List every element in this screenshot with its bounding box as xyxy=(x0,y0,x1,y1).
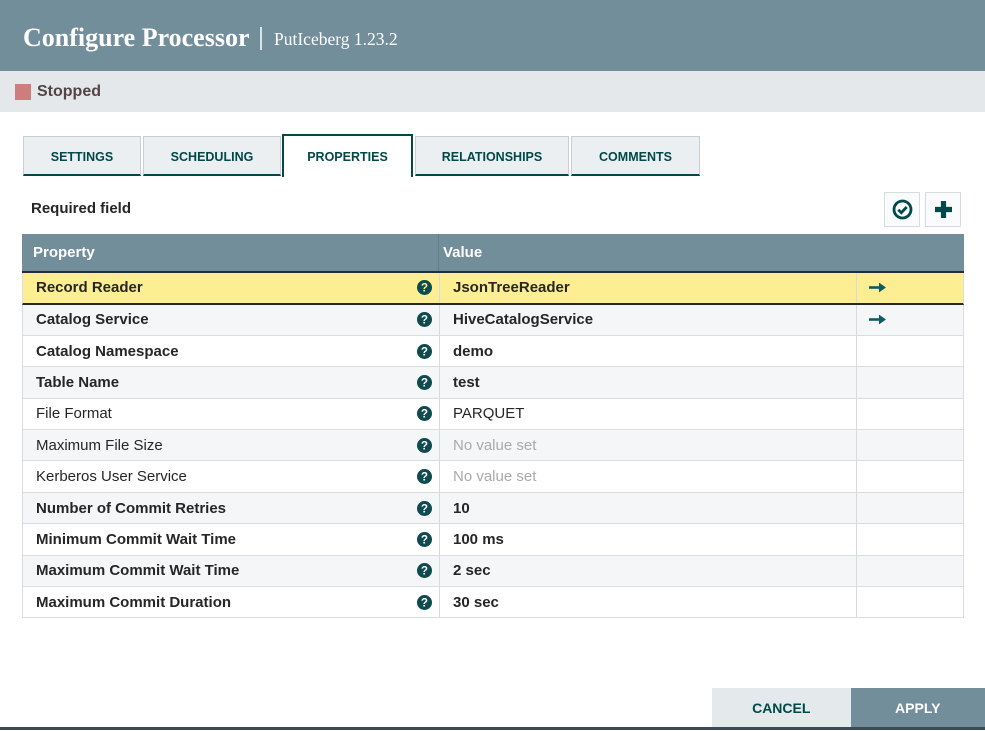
svg-text:?: ? xyxy=(421,439,428,452)
svg-text:?: ? xyxy=(421,345,428,358)
svg-text:?: ? xyxy=(421,471,428,484)
svg-text:?: ? xyxy=(421,596,428,609)
svg-text:?: ? xyxy=(421,281,428,294)
svg-text:?: ? xyxy=(421,533,428,546)
svg-text:?: ? xyxy=(421,376,428,389)
svg-text:?: ? xyxy=(421,314,428,327)
svg-text:?: ? xyxy=(421,408,428,421)
svg-text:?: ? xyxy=(421,502,428,515)
svg-text:?: ? xyxy=(421,565,428,578)
